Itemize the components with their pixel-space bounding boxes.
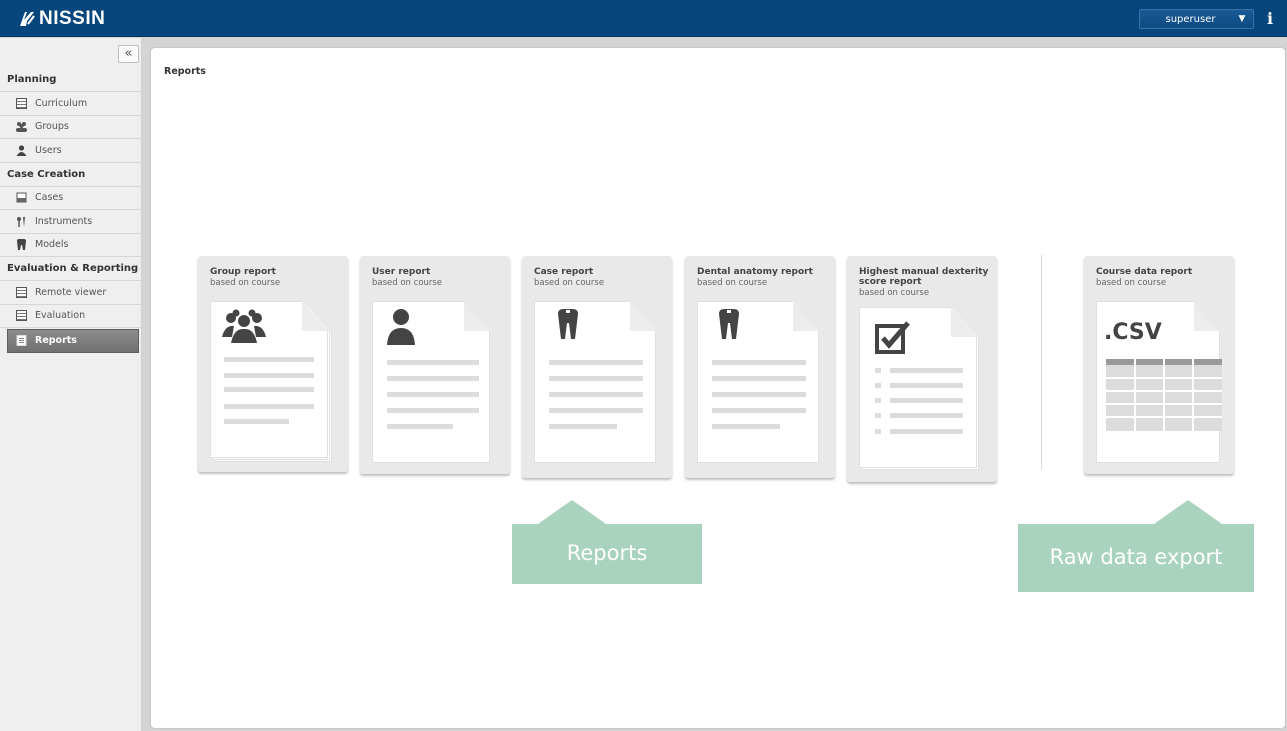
section-divider: [1041, 255, 1042, 470]
sidebar-item-label: Remote viewer: [35, 286, 107, 298]
groups-icon: [16, 121, 27, 133]
sidebar-item-models[interactable]: Models: [0, 234, 141, 257]
dental-anatomy-report-card[interactable]: Dental anatomy report based on course: [685, 256, 835, 478]
user-icon: [387, 309, 415, 345]
card-subtitle: based on course: [210, 278, 281, 288]
reports-callout: Reports: [512, 500, 702, 584]
course-data-report-card[interactable]: Course data report based on course .CSV: [1084, 256, 1234, 474]
sidebar-item-cases[interactable]: Cases: [0, 187, 141, 210]
user-name: superuser: [1165, 13, 1216, 25]
card-subtitle: based on course: [1096, 278, 1167, 288]
csv-table-icon: [1106, 359, 1222, 431]
info-button[interactable]: i: [1261, 7, 1279, 31]
sidebar-item-label: Users: [35, 144, 62, 156]
chevron-down-icon: ▼: [1238, 14, 1246, 24]
sidebar-item-evaluation[interactable]: Evaluation: [0, 305, 141, 328]
sidebar-item-label: Reports: [35, 335, 77, 347]
sidebar-item-label: Groups: [35, 121, 69, 133]
callout-pointer: [538, 500, 606, 524]
card-title: User report: [372, 267, 431, 277]
card-title: Highest manual dexterity score report: [859, 267, 989, 287]
dexterity-score-report-card[interactable]: Highest manual dexterity score report ba…: [847, 256, 997, 482]
card-subtitle: based on course: [697, 278, 768, 288]
tooth-icon: [16, 239, 27, 251]
sidebar-item-instruments[interactable]: Instruments: [0, 210, 141, 234]
cases-icon: [16, 192, 27, 203]
card-title: Dental anatomy report: [697, 267, 813, 277]
top-bar: NISSIN superuser ▼ i: [0, 0, 1287, 37]
section-evaluation-reporting: Evaluation & Reporting: [0, 257, 141, 281]
sidebar-nav: Planning Curriculum Groups Users Case Cr…: [0, 68, 141, 353]
raw-data-export-callout: Raw data export: [1018, 500, 1254, 592]
group-report-card[interactable]: Group report based on course: [198, 256, 348, 472]
section-planning: Planning: [0, 68, 141, 92]
section-case-creation: Case Creation: [0, 163, 141, 187]
checkbox-icon: [875, 321, 910, 354]
card-title: Group report: [210, 267, 276, 277]
callout-label: Reports: [566, 541, 648, 565]
reports-icon: [16, 335, 27, 347]
callout-label: Raw data export: [1049, 545, 1223, 569]
card-title: Case report: [534, 267, 594, 277]
nissin-logo[interactable]: NISSIN: [18, 7, 105, 31]
brand-name: NISSIN: [39, 8, 106, 29]
sidebar-item-label: Curriculum: [35, 97, 88, 109]
user-report-card[interactable]: User report based on course: [360, 256, 510, 474]
card-subtitle: based on course: [534, 278, 605, 288]
sidebar-item-label: Instruments: [35, 215, 93, 227]
sidebar-item-users[interactable]: Users: [0, 139, 141, 163]
curriculum-icon: [16, 97, 27, 109]
remote-viewer-icon: [16, 286, 27, 298]
user-dropdown[interactable]: superuser ▼: [1139, 9, 1254, 29]
group-icon: [222, 309, 266, 343]
card-subtitle: based on course: [372, 278, 443, 288]
logo-mark-icon: [20, 12, 35, 26]
tooth-icon: [558, 309, 578, 339]
callout-pointer: [1154, 500, 1222, 524]
collapse-sidebar-button[interactable]: «: [118, 45, 139, 63]
card-title: Course data report: [1096, 267, 1193, 277]
user-icon: [16, 145, 27, 156]
tooth-icon: [719, 309, 739, 339]
sidebar-item-label: Models: [35, 239, 69, 251]
sidebar-item-label: Cases: [35, 192, 64, 204]
page-title: Reports: [164, 66, 206, 77]
sidebar: « Planning Curriculum Groups Users Case …: [0, 38, 142, 731]
main-panel: Reports Group report based on course Use…: [150, 47, 1286, 729]
csv-file-label: .CSV: [1104, 320, 1162, 345]
sidebar-item-remote-viewer[interactable]: Remote viewer: [0, 281, 141, 305]
sidebar-item-label: Evaluation: [35, 310, 86, 322]
sidebar-item-curriculum[interactable]: Curriculum: [0, 92, 141, 116]
instruments-icon: [16, 216, 27, 227]
evaluation-icon: [16, 310, 27, 322]
card-subtitle: based on course: [859, 288, 930, 298]
case-report-card[interactable]: Case report based on course: [522, 256, 672, 478]
sidebar-item-reports[interactable]: Reports: [7, 329, 139, 353]
sidebar-item-groups[interactable]: Groups: [0, 116, 141, 139]
